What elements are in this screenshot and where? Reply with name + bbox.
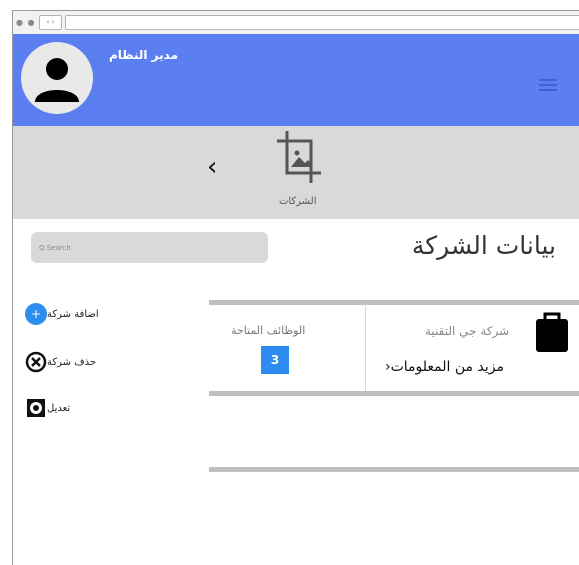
gear-icon[interactable]	[25, 397, 47, 419]
nav-buttons[interactable]: ‹ ›	[39, 15, 62, 30]
add-company-label: اضافة شركة	[47, 308, 99, 320]
avatar[interactable]	[21, 42, 93, 114]
page-title: بيانات الشركة	[411, 231, 556, 260]
url-bar[interactable]	[65, 15, 579, 30]
edit-action[interactable]: تعديل	[25, 396, 76, 420]
jobs-count-badge[interactable]: 3	[261, 346, 289, 374]
section-bar: ‹ الشركات	[13, 126, 579, 219]
menu-button[interactable]	[539, 79, 557, 93]
plus-icon[interactable]: +	[25, 303, 47, 325]
app-header: مدير النظام	[13, 34, 579, 126]
more-info-text: مزيد من المعلومات	[390, 359, 504, 375]
add-company-action[interactable]: + اضافة شركة	[25, 302, 105, 326]
user-icon	[35, 58, 79, 102]
delete-company-label: حذف شركة	[47, 356, 96, 368]
card-bottom-divider	[209, 391, 579, 396]
browser-chrome: ● ● ● ‹ ›	[13, 11, 579, 35]
search-input[interactable]	[31, 232, 268, 263]
delete-company-action[interactable]: حذف شركة	[25, 350, 102, 374]
briefcase-icon	[536, 312, 568, 352]
card-top-divider	[209, 300, 579, 305]
list-divider	[209, 467, 579, 472]
crop-icon[interactable]	[275, 129, 323, 185]
card-column-divider	[365, 302, 366, 393]
back-chevron-icon[interactable]: ‹	[207, 152, 217, 182]
more-info-link[interactable]: مزيد من المعلومات‹	[385, 359, 504, 375]
username: مدير النظام	[109, 48, 179, 62]
edit-label: تعديل	[47, 402, 71, 414]
x-circle-icon[interactable]	[25, 351, 47, 373]
jobs-label: الوظائف المتاحة	[231, 324, 306, 337]
company-name: شركة جي التقنية	[425, 324, 510, 338]
section-label: الشركات	[279, 196, 317, 207]
app-window: ● ● ● ‹ › مدير النظام ‹ الشركات بيانات ا…	[12, 10, 579, 565]
